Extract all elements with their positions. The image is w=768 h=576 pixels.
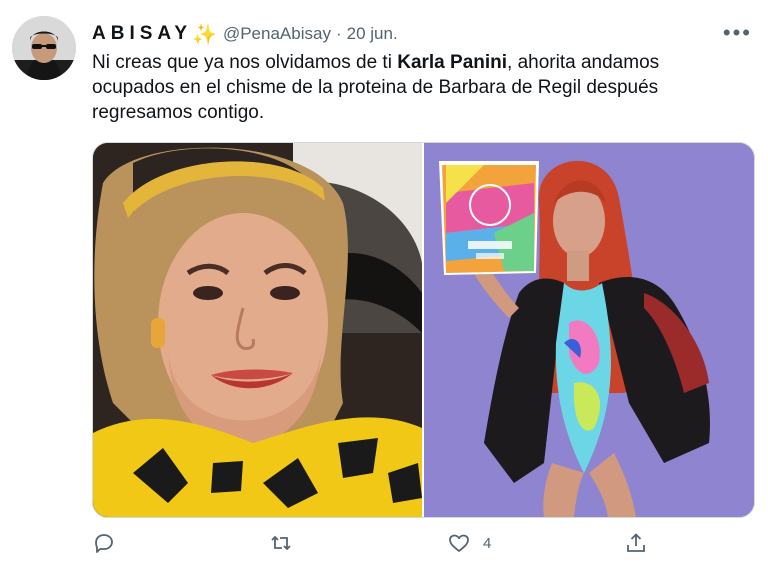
avatar-photo: [12, 16, 76, 80]
heart-icon: [449, 534, 469, 552]
tweet-actions: 4: [92, 528, 652, 558]
tweet-date[interactable]: 20 jun.: [347, 24, 398, 44]
tweet-text: Ni creas que ya nos olvidamos de ti Karl…: [92, 50, 732, 125]
author-handle[interactable]: @PenaAbisay: [223, 24, 331, 44]
photo-left[interactable]: [93, 143, 422, 517]
mention-karla-panini: Karla Panini: [397, 52, 508, 73]
photo-portrait-woman: [93, 143, 422, 517]
author-display-name[interactable]: ABISAY: [92, 23, 192, 45]
like-count: 4: [483, 534, 492, 552]
photo-right[interactable]: [424, 143, 754, 517]
photo-woman-holding-product: [424, 143, 754, 517]
share-icon: [627, 533, 645, 552]
reply-icon: [95, 534, 113, 553]
avatar[interactable]: [12, 16, 76, 80]
tweet-card[interactable]: ABISAY ✨ @PenaAbisay · 20 jun. ••• Ni cr…: [0, 0, 768, 576]
more-options-icon[interactable]: •••: [723, 22, 752, 44]
tweet-text-part-1: Ni creas que ya nos olvidamos de ti: [92, 52, 398, 73]
sparkles-icon: ✨: [192, 23, 217, 46]
tweet-header: ABISAY ✨ @PenaAbisay · 20 jun.: [92, 20, 748, 48]
reply-button[interactable]: [92, 528, 116, 558]
share-button[interactable]: [624, 528, 648, 558]
retweet-button[interactable]: [269, 528, 293, 558]
separator-dot: ·: [335, 24, 342, 43]
media-container: [92, 142, 755, 518]
like-button[interactable]: 4: [447, 528, 491, 558]
retweet-icon: [271, 535, 291, 551]
